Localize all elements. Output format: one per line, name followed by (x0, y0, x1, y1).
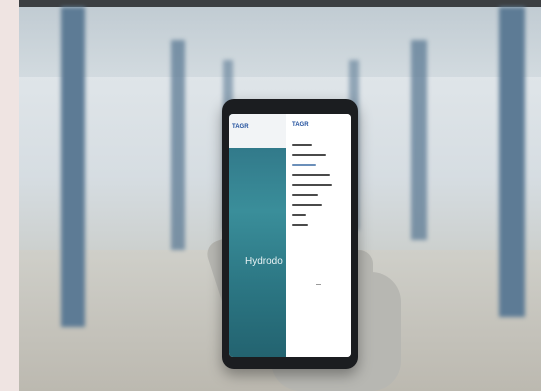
screen-menu-panel: TAGR (286, 114, 351, 357)
nav-menu (292, 144, 344, 234)
menu-item[interactable] (292, 154, 344, 159)
pillar-right-mid (411, 40, 427, 240)
pillar-right-near (499, 7, 525, 317)
menu-item[interactable] (292, 144, 344, 149)
menu-subitem[interactable] (292, 164, 344, 169)
smartphone: TAGR Hydrodo TAGR (222, 99, 358, 369)
hero-heading: Hydrodo (245, 256, 283, 267)
menu-item[interactable] (292, 204, 344, 209)
photo-top-band (19, 0, 541, 7)
menu-item[interactable] (292, 224, 344, 229)
menu-item[interactable] (292, 194, 344, 199)
scroll-indicator (316, 284, 321, 285)
brand-logo-left: TAGR (232, 124, 249, 130)
phone-screen: TAGR Hydrodo TAGR (229, 114, 351, 357)
brand-logo-right: TAGR (292, 122, 309, 128)
menu-item[interactable] (292, 214, 344, 219)
hero-header-band (229, 114, 286, 148)
pillar-left-mid (171, 40, 185, 250)
pillar-left-near (61, 7, 85, 327)
screen-hero-panel: TAGR Hydrodo (229, 114, 286, 357)
menu-item[interactable] (292, 174, 344, 179)
photo: TAGR Hydrodo TAGR (19, 0, 541, 391)
left-margin-strip (0, 0, 19, 391)
menu-item[interactable] (292, 184, 344, 189)
pier-ceiling (19, 7, 541, 77)
